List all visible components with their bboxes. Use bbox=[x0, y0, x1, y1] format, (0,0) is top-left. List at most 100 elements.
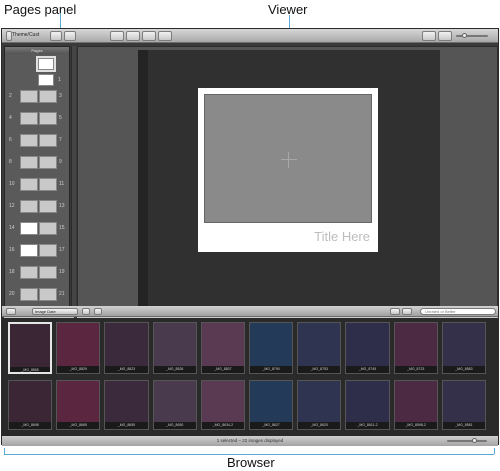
page-thumb[interactable] bbox=[39, 288, 57, 301]
page-thumb[interactable] bbox=[39, 222, 57, 235]
page-thumb[interactable] bbox=[20, 178, 38, 191]
page-thumb[interactable] bbox=[39, 178, 57, 191]
page-thumb[interactable] bbox=[20, 288, 38, 301]
page-thumb[interactable] bbox=[20, 112, 38, 125]
book-spine bbox=[138, 50, 148, 310]
page-thumb[interactable] bbox=[20, 200, 38, 213]
page-number: 3 bbox=[59, 93, 62, 99]
page-number: 13 bbox=[59, 203, 65, 209]
fit-button[interactable] bbox=[438, 31, 452, 41]
photo-thumbnail[interactable]: _MG_8698 bbox=[8, 380, 53, 430]
photo-thumbnail[interactable]: _MG_8826 bbox=[152, 322, 197, 374]
page-thumb[interactable] bbox=[20, 134, 38, 147]
photo-thumbnail-label: _MG_8865 bbox=[21, 368, 39, 372]
title-placeholder[interactable]: Title Here bbox=[314, 229, 370, 244]
sort-direction-button[interactable] bbox=[82, 308, 90, 315]
photo-thumbnail[interactable]: _MG_8627 bbox=[249, 380, 294, 430]
photo-thumbnail-image bbox=[57, 381, 100, 422]
photo-thumbnail[interactable]: _MG_8790 bbox=[249, 322, 294, 374]
browser-view-button[interactable] bbox=[6, 308, 16, 315]
screenshot-root: Pages panel Viewer Theme/Cust Pages 1234… bbox=[0, 0, 500, 471]
photo-thumbnail-image bbox=[394, 323, 437, 366]
view-button-2[interactable] bbox=[64, 31, 76, 41]
photo-placeholder[interactable] bbox=[204, 94, 372, 223]
photo-thumbnail[interactable]: _MG_8581 bbox=[441, 380, 486, 430]
page-number: 19 bbox=[59, 269, 65, 275]
photo-thumbnail[interactable]: _MG_8583 bbox=[441, 322, 486, 374]
photo-thumbnail-image bbox=[298, 323, 341, 366]
photo-thumbnail[interactable]: _MG_8655 bbox=[104, 380, 149, 430]
layout-button[interactable] bbox=[126, 31, 140, 41]
page-thumb[interactable] bbox=[39, 112, 57, 125]
page-number: 6 bbox=[9, 137, 12, 143]
page-thumb[interactable] bbox=[20, 222, 38, 235]
photo-thumbnail[interactable]: _MG_8650 bbox=[152, 380, 197, 430]
photo-thumbnail-label: _MG_8829 bbox=[69, 367, 87, 371]
filter-search-field[interactable]: Unrated or Better bbox=[420, 308, 496, 315]
photo-thumbnail[interactable]: _MG_8745 bbox=[345, 322, 390, 374]
photo-frame[interactable]: Title Here bbox=[198, 88, 378, 252]
page-number: 7 bbox=[59, 137, 62, 143]
text-tool-button[interactable] bbox=[110, 31, 124, 41]
photo-thumbnail-label: _MG_8634-2 bbox=[212, 423, 234, 427]
page-thumb[interactable] bbox=[39, 266, 57, 279]
page-thumb-cover[interactable] bbox=[36, 56, 56, 72]
photo-thumbnail[interactable]: _MG_8723 bbox=[393, 322, 438, 374]
photo-thumbnail[interactable]: _MG_8611-2 bbox=[345, 380, 390, 430]
photo-thumbnail-label: _MG_8583 bbox=[455, 367, 473, 371]
browser-list-button[interactable] bbox=[402, 308, 412, 315]
photo-thumbnail[interactable]: _MG_8823 bbox=[104, 322, 149, 374]
browser-status: 1 selected – 22 images displayed bbox=[2, 436, 498, 446]
page-thumb[interactable] bbox=[39, 244, 57, 257]
photo-thumbnail-label: _MG_8790 bbox=[262, 367, 280, 371]
page-thumb[interactable] bbox=[20, 156, 38, 169]
photo-thumbnail-label: _MG_8753 bbox=[310, 367, 328, 371]
photo-thumbnail[interactable]: _MG_8665 bbox=[56, 380, 101, 430]
photo-thumbnail[interactable]: _MG_8865 bbox=[8, 322, 53, 374]
browser-grid-button[interactable] bbox=[390, 308, 400, 315]
toolbar-zoom-slider[interactable] bbox=[456, 35, 488, 37]
page-thumb[interactable] bbox=[39, 134, 57, 147]
view-button-1[interactable] bbox=[50, 31, 62, 41]
toolbar-zoom-knob[interactable] bbox=[462, 33, 467, 38]
top-toolbar: Theme/Cust bbox=[2, 29, 498, 43]
browser-zoom-slider[interactable] bbox=[447, 440, 487, 442]
photo-thumbnail-label: _MG_8698 bbox=[21, 423, 39, 427]
theme-title: Theme/Cust bbox=[12, 32, 40, 38]
photo-thumbnail[interactable]: _MG_8620 bbox=[297, 380, 342, 430]
page-thumb[interactable] bbox=[20, 90, 38, 103]
page-number: 14 bbox=[9, 225, 15, 231]
photo-thumbnail-image bbox=[346, 381, 389, 422]
page-thumb[interactable] bbox=[39, 156, 57, 169]
browser-toolbar: Image Date Unrated or Better bbox=[2, 306, 498, 317]
design-button[interactable] bbox=[158, 31, 172, 41]
book-page: Title Here bbox=[138, 50, 440, 310]
photo-thumbnail[interactable]: _MG_8634-2 bbox=[200, 380, 245, 430]
page-number: 16 bbox=[9, 247, 15, 253]
adjust-button[interactable] bbox=[142, 31, 156, 41]
page-number: 17 bbox=[59, 247, 65, 253]
photo-thumbnail[interactable]: _MG_8829 bbox=[56, 322, 101, 374]
photo-thumbnail[interactable]: _MG_8598-2 bbox=[393, 380, 438, 430]
panel-splitter[interactable] bbox=[71, 46, 76, 314]
page-number: 8 bbox=[9, 159, 12, 165]
photo-thumbnail-image bbox=[153, 323, 196, 366]
page-thumb[interactable] bbox=[38, 74, 54, 86]
page-thumb[interactable] bbox=[39, 200, 57, 213]
page-number: 18 bbox=[9, 269, 15, 275]
browser-zoom-knob[interactable] bbox=[472, 438, 477, 443]
sort-menu[interactable]: Image Date bbox=[32, 308, 78, 315]
page-thumb[interactable] bbox=[20, 266, 38, 279]
photo-thumbnail-image bbox=[442, 381, 485, 422]
photo-thumbnail-label: _MG_8823 bbox=[117, 367, 136, 371]
photo-thumbnail-image bbox=[250, 381, 293, 422]
photo-thumbnail-label: _MG_8665 bbox=[69, 423, 87, 427]
photo-thumbnail[interactable]: _MG_8837 bbox=[200, 322, 245, 374]
pages-panel-header: Pages bbox=[5, 47, 69, 54]
photo-thumbnail-image bbox=[57, 323, 100, 366]
zoom-button[interactable] bbox=[422, 31, 436, 41]
page-thumb[interactable] bbox=[39, 90, 57, 103]
page-thumb[interactable] bbox=[20, 244, 38, 257]
stack-button[interactable] bbox=[94, 308, 102, 315]
photo-thumbnail[interactable]: _MG_8753 bbox=[297, 322, 342, 374]
